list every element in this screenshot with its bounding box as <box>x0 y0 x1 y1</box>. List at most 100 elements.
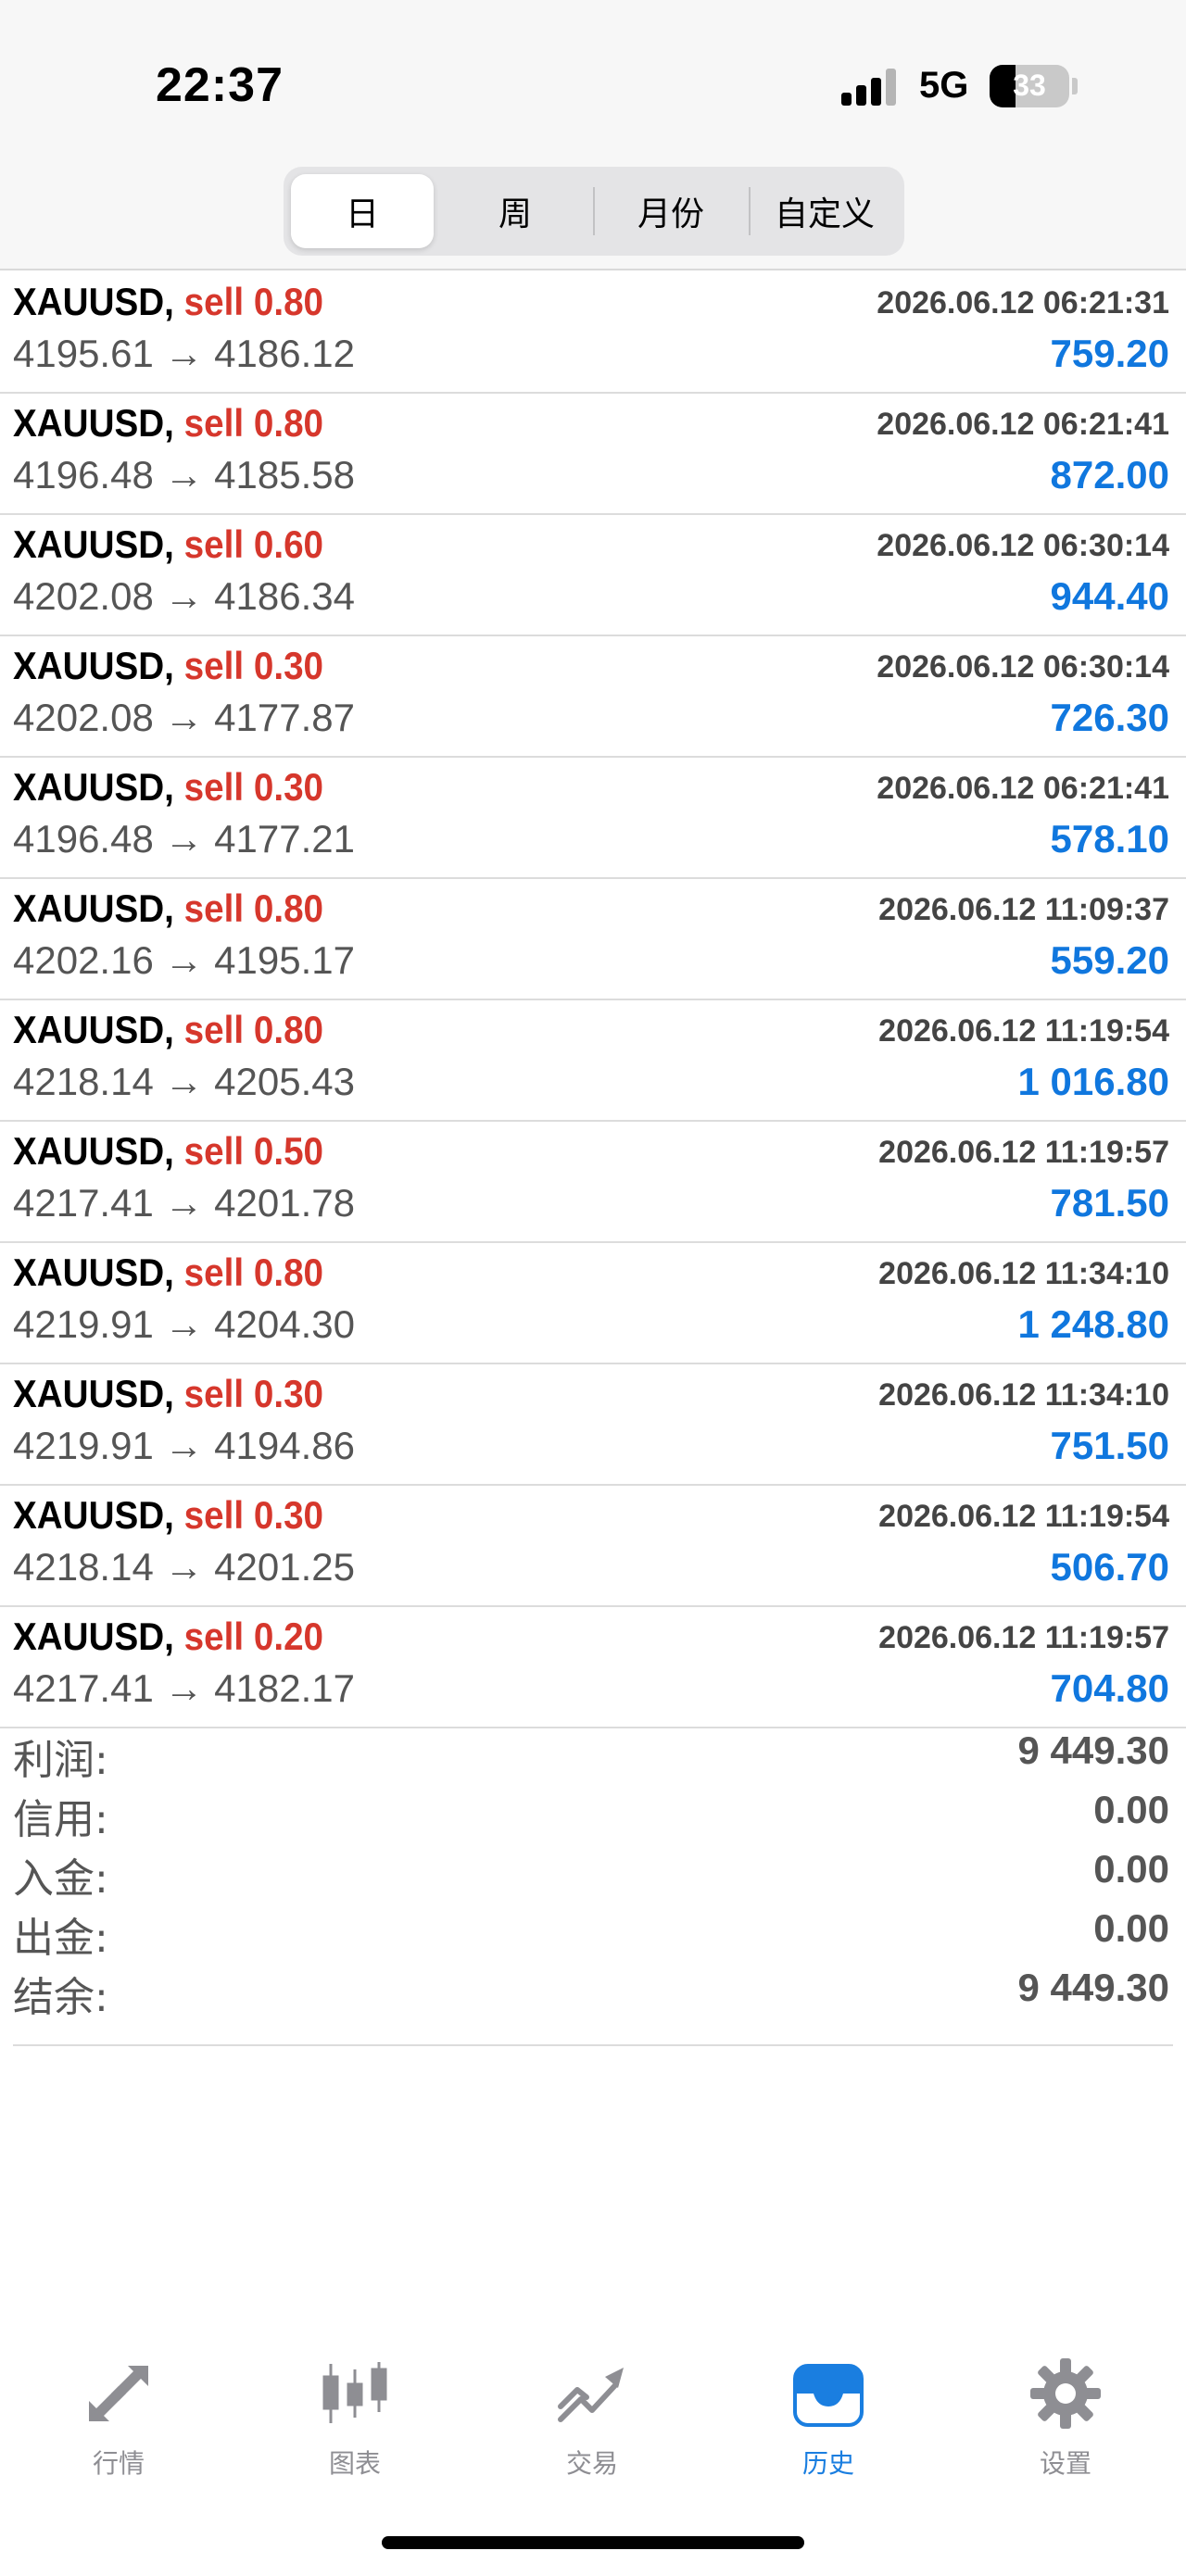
quotes-arrows-icon <box>89 2366 148 2421</box>
deal-symbol: XAUUSD, <box>13 886 174 930</box>
gear-icon <box>1030 2358 1101 2429</box>
nav-chart[interactable]: 图表 <box>262 2342 448 2499</box>
candlestick-chart-icon <box>322 2362 387 2423</box>
summary-label: 利润: <box>13 1737 108 1784</box>
deal-open-price: 4217.41 <box>13 1666 154 1710</box>
deal-close-price: 4185.58 <box>214 453 355 496</box>
deal-volume: 0.60 <box>253 522 324 566</box>
summary-balance: 结余: 9 449.30 <box>0 1960 1186 2021</box>
deal-volume: 0.50 <box>253 1129 324 1173</box>
deal-open-price: 4202.08 <box>13 574 154 618</box>
deal-row[interactable]: XAUUSD, sell 0.60 2026.06.12 06:30:14 42… <box>0 515 1186 636</box>
deal-volume: 0.80 <box>253 1008 324 1051</box>
deal-symbol: XAUUSD, <box>13 1008 174 1051</box>
deal-type: sell <box>183 1250 245 1294</box>
deal-row[interactable]: XAUUSD, sell 0.80 2026.06.12 11:19:54 42… <box>0 1000 1186 1122</box>
nav-trade[interactable]: 交易 <box>499 2342 685 2499</box>
deal-close-price: 4177.87 <box>214 696 355 739</box>
battery-cap <box>1072 78 1078 94</box>
deal-volume: 0.30 <box>253 1372 324 1415</box>
deal-volume: 0.30 <box>253 1493 324 1537</box>
nav-label: 历史 <box>801 2448 854 2479</box>
deal-time: 2026.06.12 06:30:14 <box>877 528 1169 563</box>
deal-open-price: 4202.16 <box>13 938 154 982</box>
deal-symbol: XAUUSD, <box>13 1129 174 1173</box>
top-header: 22:37 5G 33 日 周 月份 自定义 <box>0 0 1186 270</box>
deal-close-price: 4186.12 <box>214 332 355 375</box>
arrow-right-icon: → <box>164 1060 204 1103</box>
deal-row[interactable]: XAUUSD, sell 0.30 2026.06.12 11:19:54 42… <box>0 1486 1186 1607</box>
deal-symbol: XAUUSD, <box>13 280 174 323</box>
arrow-right-icon: → <box>164 332 204 375</box>
tab-custom[interactable]: 自定义 <box>751 174 899 248</box>
deal-open-price: 4218.14 <box>13 1545 154 1589</box>
arrow-right-icon: → <box>164 696 204 739</box>
deal-row[interactable]: XAUUSD, sell 0.50 2026.06.12 11:19:57 42… <box>0 1122 1186 1243</box>
tab-month[interactable]: 月份 <box>595 174 747 248</box>
history-summary: 利润: 9 449.30 信用: 0.00 入金: 0.00 出金: 0.00 … <box>0 1723 1186 2021</box>
summary-value: 0.00 <box>1093 1906 1169 1950</box>
deal-volume: 0.80 <box>253 280 324 323</box>
deal-time: 2026.06.12 11:19:57 <box>878 1135 1169 1170</box>
deal-row[interactable]: XAUUSD, sell 0.80 2026.06.12 06:21:41 41… <box>0 394 1186 515</box>
deal-row[interactable]: XAUUSD, sell 0.20 2026.06.12 11:19:57 42… <box>0 1607 1186 1728</box>
deal-type: sell <box>183 1129 245 1173</box>
deal-row[interactable]: XAUUSD, sell 0.30 2026.06.12 06:30:14 42… <box>0 636 1186 758</box>
deal-profit: 751.50 <box>1050 1424 1169 1467</box>
deal-profit: 944.40 <box>1050 574 1169 618</box>
deal-open-price: 4195.61 <box>13 332 154 375</box>
summary-label: 入金: <box>13 1855 108 1903</box>
deal-symbol: XAUUSD, <box>13 765 174 809</box>
network-type: 5G <box>919 65 969 106</box>
summary-deposit: 入金: 0.00 <box>0 1841 1186 1903</box>
summary-divider <box>13 2044 1173 2046</box>
battery-level: 33 <box>1013 69 1046 102</box>
deal-profit: 726.30 <box>1050 696 1169 739</box>
nav-quotes[interactable]: 行情 <box>26 2342 211 2499</box>
deal-row[interactable]: XAUUSD, sell 0.30 2026.06.12 11:34:10 42… <box>0 1364 1186 1486</box>
history-inbox-icon <box>793 2364 864 2427</box>
deal-symbol: XAUUSD, <box>13 644 174 687</box>
deal-row[interactable]: XAUUSD, sell 0.80 2026.06.12 06:21:31 41… <box>0 272 1186 394</box>
deal-symbol: XAUUSD, <box>13 1615 174 1658</box>
deal-volume: 0.80 <box>253 1250 324 1294</box>
deal-type: sell <box>183 522 245 566</box>
deal-close-price: 4195.17 <box>214 938 355 982</box>
summary-value: 0.00 <box>1093 1847 1169 1891</box>
deal-profit: 759.20 <box>1050 332 1169 375</box>
deal-profit: 559.20 <box>1050 938 1169 982</box>
arrow-right-icon: → <box>164 817 204 861</box>
deal-close-price: 4194.86 <box>214 1424 355 1467</box>
deal-symbol: XAUUSD, <box>13 1372 174 1415</box>
home-indicator[interactable] <box>382 2536 804 2549</box>
summary-credit: 信用: 0.00 <box>0 1782 1186 1843</box>
deal-volume: 0.30 <box>253 765 324 809</box>
deal-open-price: 4202.08 <box>13 696 154 739</box>
summary-value: 0.00 <box>1093 1788 1169 1831</box>
deal-open-price: 4196.48 <box>13 817 154 861</box>
tab-week[interactable]: 周 <box>439 174 591 248</box>
arrow-right-icon: → <box>164 1424 204 1467</box>
deal-time: 2026.06.12 11:09:37 <box>878 892 1169 927</box>
deal-row[interactable]: XAUUSD, sell 0.80 2026.06.12 11:09:37 42… <box>0 879 1186 1000</box>
deal-time: 2026.06.12 06:21:41 <box>877 407 1169 442</box>
deal-time: 2026.06.12 11:19:54 <box>878 1013 1169 1049</box>
deal-close-price: 4201.78 <box>214 1181 355 1225</box>
tab-day[interactable]: 日 <box>291 174 434 248</box>
nav-label: 交易 <box>565 2448 618 2479</box>
deal-profit: 506.70 <box>1050 1545 1169 1589</box>
arrow-right-icon: → <box>164 938 204 982</box>
nav-settings[interactable]: 设置 <box>973 2342 1158 2499</box>
deal-type: sell <box>183 1008 245 1051</box>
deal-type: sell <box>183 644 245 687</box>
arrow-right-icon: → <box>164 574 204 618</box>
deal-row[interactable]: XAUUSD, sell 0.80 2026.06.12 11:34:10 42… <box>0 1243 1186 1364</box>
arrow-right-icon: → <box>164 453 204 496</box>
deal-time: 2026.06.12 11:34:10 <box>878 1256 1169 1291</box>
deal-type: sell <box>183 765 245 809</box>
arrow-right-icon: → <box>164 1181 204 1225</box>
deal-row[interactable]: XAUUSD, sell 0.30 2026.06.12 06:21:41 41… <box>0 758 1186 879</box>
deal-profit: 1 016.80 <box>1017 1060 1170 1103</box>
deal-time: 2026.06.12 11:19:54 <box>878 1499 1169 1534</box>
nav-history[interactable]: 历史 <box>736 2342 921 2499</box>
